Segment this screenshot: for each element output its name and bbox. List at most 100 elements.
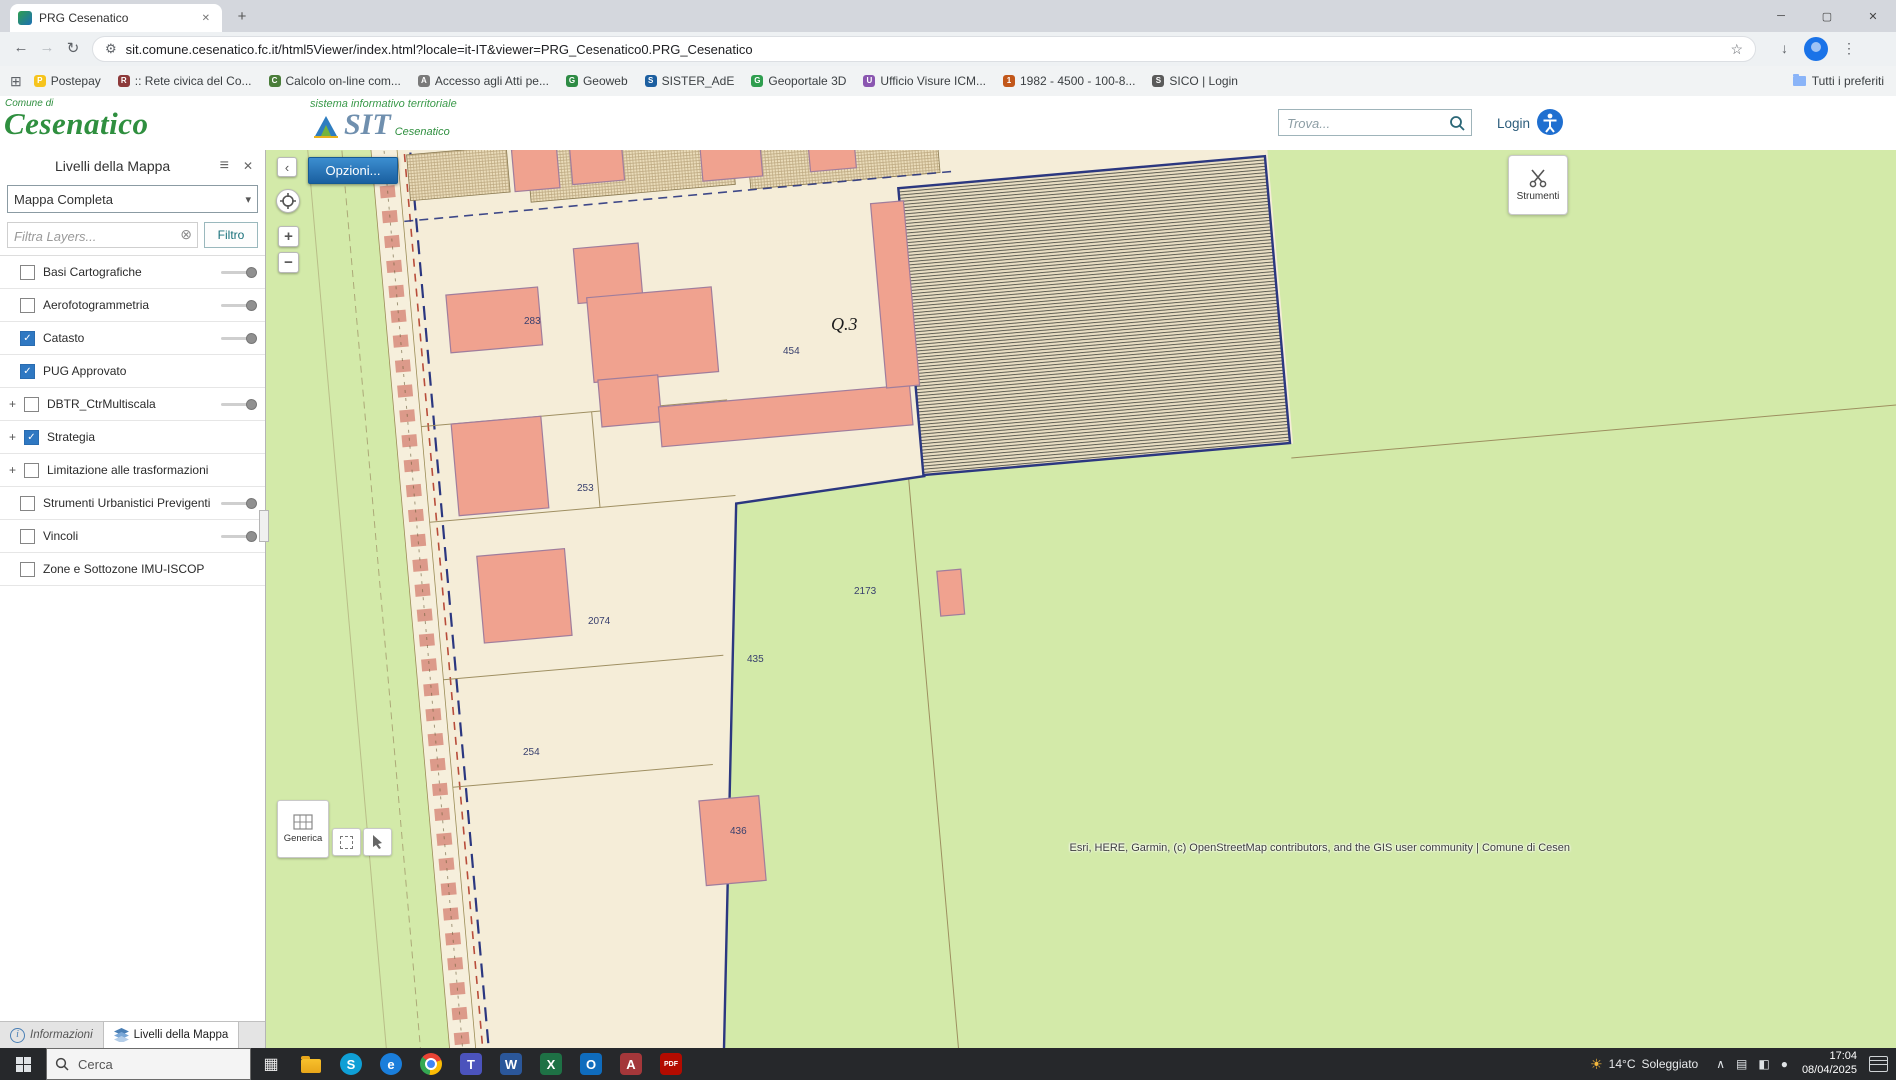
panel-close-icon[interactable]: ✕ [243,159,253,173]
start-button[interactable] [0,1048,46,1080]
menu-dots-icon[interactable]: ⋮ [1842,40,1856,57]
opacity-slider[interactable] [221,498,257,509]
forward-icon[interactable]: → [36,39,58,56]
browser-tab[interactable]: PRG Cesenatico ✕ [10,4,222,32]
volume-icon[interactable]: ● [1781,1057,1788,1071]
layer-checkbox[interactable]: ✓ [20,331,35,346]
bookmark-rete-civica-del-co[interactable]: R:: Rete civica del Co... [118,74,252,88]
slider-knob[interactable] [246,333,257,344]
layer-checkbox[interactable] [20,562,35,577]
taskbar-search-input[interactable] [76,1056,230,1073]
taskbar-clock[interactable]: 17:04 08/04/2025 [1802,1050,1857,1078]
tab-informazioni[interactable]: i Informazioni [0,1022,104,1048]
search-icon[interactable] [1449,115,1466,132]
layer-checkbox[interactable]: ✓ [24,430,39,445]
taskbar-app-excel[interactable]: X [531,1048,571,1080]
accessibility-icon[interactable] [1536,108,1564,136]
layer-filter-field[interactable]: ⊗ [7,222,198,248]
bookmark-sico-login[interactable]: SSICO | Login [1152,74,1237,88]
options-button[interactable]: Opzioni... [308,157,398,184]
window-close-button[interactable]: ✕ [1850,0,1896,32]
taskbar-app-outlook[interactable]: O [571,1048,611,1080]
tray-expand-icon[interactable]: ∧ [1716,1057,1725,1071]
layer-checkbox[interactable] [20,265,35,280]
zoom-out-button[interactable]: − [278,252,299,273]
opacity-slider[interactable] [221,333,257,344]
layer-checkbox[interactable] [24,397,39,412]
window-minimize-button[interactable]: ─ [1758,0,1804,32]
notification-center-icon[interactable] [1869,1056,1888,1072]
bookmark-ufficio-visure-icm[interactable]: UUfficio Visure ICM... [863,74,986,88]
expander-icon[interactable]: + [6,430,19,444]
layer-row-vincoli[interactable]: Vincoli [0,520,265,553]
tab-close-icon[interactable]: ✕ [198,11,214,26]
taskbar-search[interactable] [46,1048,251,1080]
url-bar[interactable]: ⚙ sit.comune.cesenatico.fc.it/html5Viewe… [92,36,1756,62]
taskbar-app-word[interactable]: W [491,1048,531,1080]
layer-checkbox[interactable] [20,529,35,544]
taskbar-app-acrobat[interactable]: PDF [651,1048,691,1080]
expander-icon[interactable]: + [6,463,19,477]
taskbar-app-teams[interactable]: T [451,1048,491,1080]
tools-button[interactable]: Strumenti [1508,155,1568,215]
select-tool-button[interactable] [332,828,361,856]
bookmark-geoportale-3d[interactable]: GGeoportale 3D [751,74,846,88]
header-search[interactable] [1278,109,1472,136]
layer-filter-input[interactable] [8,223,136,249]
bookmark-geoweb[interactable]: GGeoweb [566,74,628,88]
layer-row-strategia[interactable]: +✓Strategia [0,421,265,454]
taskbar-app-file-explorer[interactable] [291,1048,331,1080]
map-canvas[interactable]: 28345425320744352544362173 Q.3 [266,150,1896,1048]
new-tab-button[interactable]: + [232,7,252,27]
bookmark-star-icon[interactable]: ☆ [1730,41,1743,58]
apps-grid-icon[interactable]: ⊞ [10,73,22,90]
taskbar-app-skype[interactable]: S [331,1048,371,1080]
slider-knob[interactable] [246,531,257,542]
layer-row-aerofotogrammetria[interactable]: Aerofotogrammetria [0,289,265,322]
site-settings-icon[interactable]: ⚙ [105,41,117,57]
bookmark-sister-ade[interactable]: SSISTER_AdE [645,74,735,88]
layer-checkbox[interactable]: ✓ [20,364,35,379]
zoom-in-button[interactable]: + [278,226,299,247]
taskbar-app-edge[interactable]: e [371,1048,411,1080]
window-maximize-button[interactable]: ▢ [1804,0,1850,32]
expander-icon[interactable]: + [6,397,19,411]
layer-checkbox[interactable] [20,496,35,511]
opacity-slider[interactable] [221,399,257,410]
tray-app-icon[interactable]: ▤ [1736,1057,1747,1071]
taskbar-app-access[interactable]: A [611,1048,651,1080]
bookmark-calcolo-on-line-com[interactable]: CCalcolo on-line com... [269,74,401,88]
layer-row-basi-cartografiche[interactable]: Basi Cartografiche [0,256,265,289]
filter-button[interactable]: Filtro [204,222,258,248]
header-search-input[interactable] [1279,110,1449,137]
profile-avatar[interactable] [1804,37,1828,61]
map-select-dropdown[interactable]: Mappa Completa ▾ [7,185,258,213]
url-text[interactable]: sit.comune.cesenatico.fc.it/html5Viewer/… [126,42,1723,57]
hatched-zone[interactable] [898,156,1290,475]
panel-resize-handle[interactable] [259,510,269,542]
clear-filter-icon[interactable]: ⊗ [180,227,192,241]
layer-checkbox[interactable] [20,298,35,313]
layer-row-dbtr-ctrmultiscala[interactable]: +DBTR_CtrMultiscala [0,388,265,421]
slider-knob[interactable] [246,267,257,278]
network-icon[interactable]: ◧ [1758,1057,1769,1071]
login-button[interactable]: Login [1497,116,1530,131]
layer-checkbox[interactable] [24,463,39,478]
bookmark-postepay[interactable]: PPostepay [34,74,101,88]
refresh-icon[interactable]: ↻ [62,39,84,57]
opacity-slider[interactable] [221,531,257,542]
panel-menu-icon[interactable]: ≡ [220,157,229,175]
layer-row-zone-e-sottozone-imu-iscop[interactable]: Zone e Sottozone IMU-ISCOP [0,553,265,586]
pointer-tool-button[interactable] [363,828,392,856]
slider-knob[interactable] [246,300,257,311]
opacity-slider[interactable] [221,267,257,278]
taskbar-weather[interactable]: ☀ 14°C Soleggiato [1590,1056,1698,1073]
panel-collapse-button[interactable]: ‹ [277,157,297,177]
bookmark-1982-4500-100-8[interactable]: 11982 - 4500 - 100-8... [1003,74,1135,88]
back-icon[interactable]: ← [10,39,32,56]
downloads-icon[interactable]: ↓ [1781,40,1788,56]
layer-row-catasto[interactable]: ✓Catasto [0,322,265,355]
slider-knob[interactable] [246,399,257,410]
generic-tool-button[interactable]: Generica [277,800,329,858]
slider-knob[interactable] [246,498,257,509]
